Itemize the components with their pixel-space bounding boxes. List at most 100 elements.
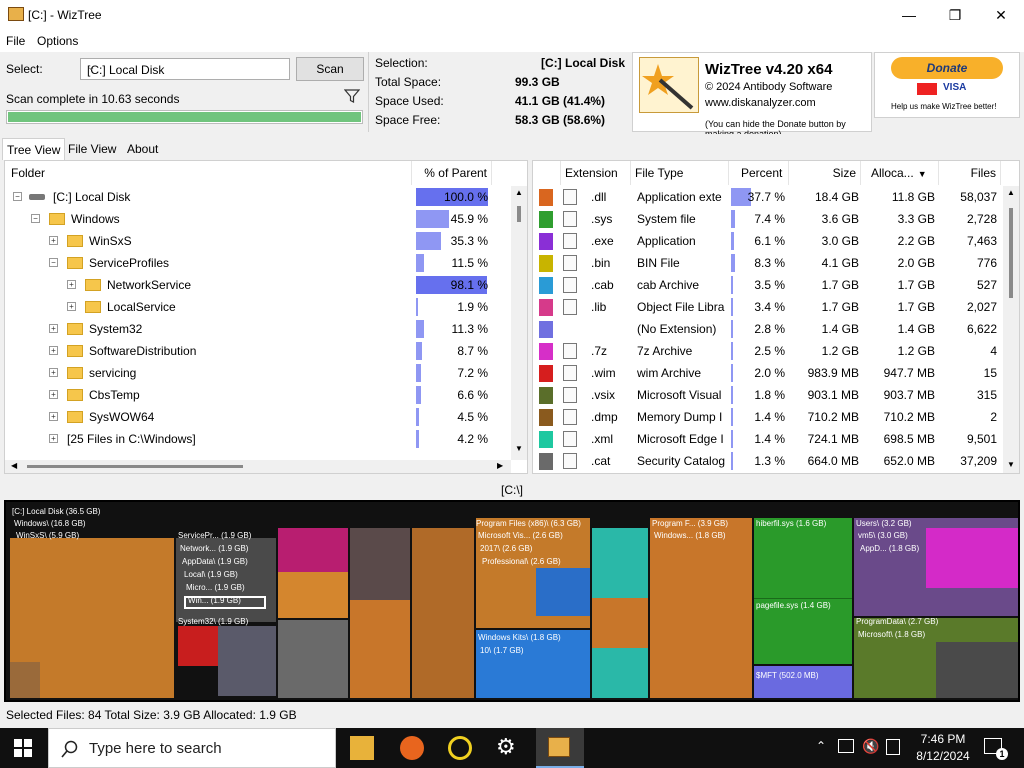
extension-row[interactable]: .vsix Microsoft Visual 1.8 % 903.1 MB 903.7 …	[533, 384, 1001, 406]
extension-row[interactable]: .7z 7z Archive 2.5 % 1.2 GB 1.2 GB 4	[533, 340, 1001, 362]
column-percent-of-parent[interactable]: % of Parent	[412, 161, 492, 185]
treemap-block-program-files[interactable]	[650, 518, 752, 698]
extension-row[interactable]: .lib Object File Libra 3.4 % 1.7 GB 1.7 GB 2,…	[533, 296, 1001, 318]
column-file-type[interactable]: File Type	[631, 161, 729, 185]
tree-row[interactable]: + SysWOW64 4.5 %	[5, 406, 510, 428]
tree-row[interactable]: + LocalService 1.9 %	[5, 296, 510, 318]
extension-row[interactable]: .cab cab Archive 3.5 % 1.7 GB 1.7 GB 527	[533, 274, 1001, 296]
column-folder[interactable]: Folder	[5, 161, 412, 185]
taskbar-time[interactable]: 7:46 PM	[914, 732, 972, 746]
extension-row[interactable]: .dmp Memory Dump I 1.4 % 710.2 MB 710.2 MB 2	[533, 406, 1001, 428]
extension-row[interactable]: .wim wim Archive 2.0 % 983.9 MB 947.7 MB 15	[533, 362, 1001, 384]
scroll-right-arrow-icon[interactable]: ▶	[497, 461, 503, 470]
expand-icon[interactable]: +	[49, 390, 58, 399]
pen-icon[interactable]	[886, 739, 900, 755]
tab-tree-view[interactable]: Tree View	[2, 138, 66, 160]
treemap[interactable]: [C:] Local Disk (36.5 GB) Windows\ (16.8 …	[4, 500, 1020, 702]
extension-row[interactable]: .cat Security Catalog 1.3 % 664.0 MB 652.0 M…	[533, 450, 1001, 472]
windows-start-icon[interactable]	[14, 739, 32, 757]
tab-about[interactable]: About	[123, 138, 162, 160]
treemap-block[interactable]	[592, 598, 648, 648]
tree-row[interactable]: + WinSxS 35.3 %	[5, 230, 510, 252]
brand-url[interactable]: www.diskanalyzer.com	[705, 97, 816, 109]
tree-row[interactable]: + CbsTemp 6.6 %	[5, 384, 510, 406]
treemap-block[interactable]	[178, 626, 218, 666]
tree-row[interactable]: + [25 Files in C:\Windows] 4.2 %	[5, 428, 510, 450]
menu-file[interactable]: File	[6, 34, 25, 48]
scroll-down-arrow-icon[interactable]: ▼	[1007, 460, 1015, 469]
menu-options[interactable]: Options	[37, 34, 78, 48]
extension-allocated: 1.4 GB	[897, 322, 935, 336]
scroll-left-arrow-icon[interactable]: ◀	[11, 461, 17, 470]
column-extension[interactable]: Extension	[561, 161, 631, 185]
column-files[interactable]: Files	[939, 161, 1001, 185]
treemap-block-system32[interactable]	[218, 626, 276, 696]
expand-icon[interactable]: +	[49, 324, 58, 333]
scroll-up-arrow-icon[interactable]: ▲	[515, 188, 523, 197]
treemap-block[interactable]	[536, 568, 590, 616]
treemap-block[interactable]	[412, 528, 474, 698]
extension-row[interactable]: .sys System file 7.4 % 3.6 GB 3.3 GB 2,728	[533, 208, 1001, 230]
expand-icon[interactable]: +	[49, 346, 58, 355]
expand-icon[interactable]: +	[67, 280, 76, 289]
settings-gear-icon[interactable]: ⚙	[496, 734, 516, 760]
filter-icon[interactable]	[344, 88, 360, 104]
expand-icon[interactable]: +	[67, 302, 76, 311]
collapse-icon[interactable]: −	[13, 192, 22, 201]
maximize-button[interactable]: ❐	[932, 0, 978, 30]
close-button[interactable]: ✕	[978, 0, 1024, 30]
scrollbar-thumb[interactable]	[1009, 208, 1013, 298]
tree-horizontal-scrollbar[interactable]: ◀ ▶	[5, 460, 511, 473]
column-percent[interactable]: Percent	[729, 161, 789, 185]
extension-row[interactable]: .bin BIN File 8.3 % 4.1 GB 2.0 GB 776	[533, 252, 1001, 274]
expand-icon[interactable]: +	[49, 236, 58, 245]
tree-row[interactable]: + System32 11.3 %	[5, 318, 510, 340]
hscrollbar-thumb[interactable]	[27, 465, 243, 468]
tree-row[interactable]: + NetworkService 98.1 %	[5, 274, 510, 296]
extension-row[interactable]: .dll Application exte 37.7 % 18.4 GB 11.8 GB…	[533, 186, 1001, 208]
drive-select[interactable]: [C:] Local Disk ⌄	[80, 58, 290, 80]
treemap-block[interactable]	[926, 528, 1018, 588]
tree-row[interactable]: − Windows 45.9 %	[5, 208, 510, 230]
tree-row[interactable]: + servicing 7.2 %	[5, 362, 510, 384]
tree-row[interactable]: + SoftwareDistribution 8.7 %	[5, 340, 510, 362]
treemap-block[interactable]	[278, 528, 348, 572]
scrollbar-thumb[interactable]	[517, 206, 521, 222]
scroll-down-arrow-icon[interactable]: ▼	[515, 444, 523, 453]
tree-row[interactable]: − ServiceProfiles 11.5 %	[5, 252, 510, 274]
treemap-block[interactable]	[936, 642, 1018, 698]
scan-button[interactable]: Scan	[296, 57, 364, 81]
file-explorer-icon[interactable]	[350, 736, 374, 760]
minimize-button[interactable]: —	[886, 0, 932, 30]
treemap-block[interactable]	[278, 572, 348, 618]
tree-vertical-scrollbar[interactable]: ▲ ▼	[511, 186, 527, 460]
column-allocated[interactable]: Alloca... ▼	[861, 161, 939, 185]
ext-vertical-scrollbar[interactable]: ▲ ▼	[1003, 186, 1019, 473]
tree-row[interactable]: − [C:] Local Disk 100.0 %	[5, 186, 510, 208]
scroll-up-arrow-icon[interactable]: ▲	[1007, 188, 1015, 197]
taskbar-search-box[interactable]: Type here to search	[48, 728, 336, 768]
treemap-block[interactable]	[278, 620, 348, 698]
chevron-up-icon[interactable]: ⌃	[816, 739, 826, 753]
extension-row[interactable]: (No Extension) 2.8 % 1.4 GB 1.4 GB 6,622	[533, 318, 1001, 340]
expand-icon[interactable]: +	[49, 368, 58, 377]
volume-muted-icon[interactable]: 🔇	[862, 738, 879, 755]
extension-row[interactable]: .exe Application 6.1 % 3.0 GB 2.2 GB 7,463	[533, 230, 1001, 252]
treemap-block[interactable]	[350, 528, 410, 600]
donate-button[interactable]: Donate	[891, 57, 1003, 79]
expand-icon[interactable]: +	[49, 434, 58, 443]
expand-icon[interactable]: +	[49, 412, 58, 421]
collapse-icon[interactable]: −	[49, 258, 58, 267]
tab-file-view[interactable]: File View	[64, 138, 120, 160]
taskbar-date[interactable]: 8/12/2024	[910, 749, 976, 763]
column-size[interactable]: Size	[789, 161, 861, 185]
network-icon[interactable]	[838, 739, 854, 753]
treemap-block[interactable]	[10, 662, 40, 698]
firefox-icon[interactable]	[400, 736, 424, 760]
norton-icon[interactable]	[448, 736, 472, 760]
treemap-block-hiberfil[interactable]	[754, 518, 852, 598]
treemap-block[interactable]	[350, 600, 410, 698]
collapse-icon[interactable]: −	[31, 214, 40, 223]
taskbar-wiztree-active[interactable]	[536, 728, 584, 768]
extension-row[interactable]: .xml Microsoft Edge I 1.4 % 724.1 MB 698.5 M…	[533, 428, 1001, 450]
